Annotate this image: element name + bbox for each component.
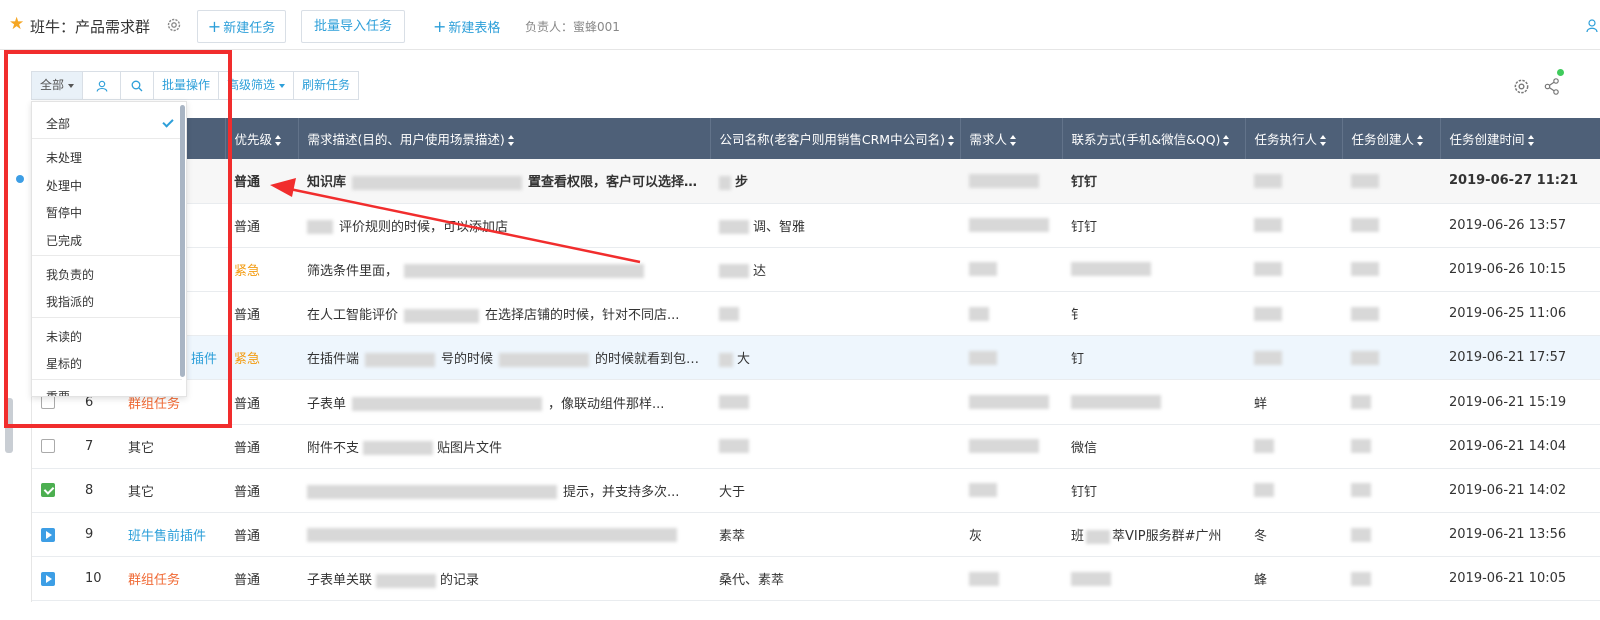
table-row[interactable]: 普通 在人工智能评价 在选择店铺的时候，针对不同店... 钅 2019-06-25… bbox=[32, 291, 1600, 337]
right-tools bbox=[1513, 78, 1560, 95]
company-cell: 步 bbox=[710, 159, 960, 204]
col-description[interactable]: 需求描述(目的、用户使用场景描述) bbox=[298, 118, 711, 159]
description-cell: 子表单关联 的记录 bbox=[298, 556, 710, 602]
contact-cell: 钉钉 bbox=[1062, 159, 1245, 204]
priority-cell: 普通 bbox=[225, 379, 298, 425]
priority-cell: 普通 bbox=[225, 291, 298, 337]
row-number: 7 bbox=[76, 424, 119, 469]
description-cell: 在人工智能评价 在选择店铺的时候，针对不同店... bbox=[298, 291, 710, 337]
play-icon[interactable] bbox=[41, 571, 55, 586]
row-number: 10 bbox=[76, 556, 119, 602]
created-time-cell: 2019-06-25 11:06 bbox=[1440, 291, 1600, 337]
priority-cell: 普通 bbox=[225, 159, 298, 204]
created-time-cell: 2019-06-27 11:21 bbox=[1440, 159, 1600, 204]
company-cell: 达 bbox=[710, 247, 960, 293]
created-time-cell: 2019-06-26 13:57 bbox=[1440, 203, 1600, 248]
created-time-cell: 2019-06-21 17:57 bbox=[1440, 335, 1600, 381]
company-cell: 大 bbox=[710, 335, 960, 381]
description-cell: 提示，并支持多次... bbox=[298, 468, 710, 514]
created-time-cell: 2019-06-21 14:04 bbox=[1440, 424, 1600, 469]
type-cell: 其它 bbox=[119, 468, 225, 514]
new-task-button[interactable]: + 新建任务 bbox=[197, 10, 286, 43]
table-row[interactable]: 普通 评价规则的时候，可以添加店 调、智雅 钉钉 2019-06-26 13:5… bbox=[32, 203, 1600, 248]
table-header-row: 优先级 需求描述(目的、用户使用场景描述) 公司名称(老客户则用销售CRM中公司… bbox=[32, 118, 1600, 159]
created-time-cell: 2019-06-26 10:15 bbox=[1440, 247, 1600, 293]
contact-cell: 钉钉 bbox=[1062, 203, 1245, 248]
gear-icon[interactable] bbox=[166, 17, 182, 33]
created-time-cell: 2019-06-21 15:19 bbox=[1440, 379, 1600, 425]
company-cell bbox=[710, 291, 960, 337]
play-icon[interactable] bbox=[41, 527, 55, 542]
table-row[interactable]: 7 其它 普通 附件不支 贴图片文件 微信 2019-06-21 14:04 bbox=[32, 424, 1600, 469]
batch-import-button[interactable]: 批量导入任务 bbox=[301, 10, 405, 43]
assignee-cell: 冬 bbox=[1245, 512, 1342, 558]
priority-cell: 普通 bbox=[225, 512, 298, 558]
table-row[interactable]: 6 群组任务 普通 子表单 ，像联动组件那样... 蛘 2019-06-21 15… bbox=[32, 379, 1600, 425]
col-priority[interactable]: 优先级 bbox=[225, 118, 299, 159]
company-cell: 桑代、素萃 bbox=[710, 556, 960, 602]
description-cell: 知识库 置查看权限，客户可以选择是... bbox=[298, 159, 710, 204]
col-created-time[interactable]: 任务创建时间 bbox=[1440, 118, 1600, 159]
created-time-cell: 2019-06-21 13:56 bbox=[1440, 512, 1600, 558]
row-number: 8 bbox=[76, 468, 119, 514]
company-cell: 大于 bbox=[710, 468, 960, 514]
table-row[interactable]: 8 其它 普通 提示，并支持多次... 大于 钉钉 2019-06-21 14:… bbox=[32, 468, 1600, 514]
settings-icon[interactable] bbox=[1513, 78, 1530, 95]
contact-cell: 钅 bbox=[1062, 291, 1245, 337]
col-contact[interactable]: 联系方式(手机&微信&QQ) bbox=[1062, 118, 1246, 159]
col-requester[interactable]: 需求人 bbox=[960, 118, 1063, 159]
type-cell: 班牛售前插件 bbox=[119, 512, 225, 558]
type-cell: 群组任务 bbox=[119, 556, 225, 602]
company-cell: 调、智雅 bbox=[710, 203, 960, 248]
new-table-button[interactable]: + 新建表格 bbox=[433, 17, 500, 36]
refresh-button[interactable]: 刷新任务 bbox=[294, 72, 358, 99]
table-row[interactable]: 普通 知识库 置查看权限，客户可以选择是... 步 钉钉 2019-06-27 1… bbox=[32, 159, 1600, 204]
owner-label: 负责人：蜜蜂001 bbox=[525, 20, 620, 34]
created-time-cell: 2019-06-21 14:02 bbox=[1440, 468, 1600, 514]
col-creator[interactable]: 任务创建人 bbox=[1342, 118, 1441, 159]
share-icon[interactable] bbox=[1544, 78, 1560, 95]
contact-cell: 微信 bbox=[1062, 424, 1245, 469]
task-table: 优先级 需求描述(目的、用户使用场景描述) 公司名称(老客户则用销售CRM中公司… bbox=[31, 118, 1600, 602]
priority-cell: 普通 bbox=[225, 203, 298, 248]
table-row[interactable]: 紧急 筛选条件里面， 达 2019-06-26 10:15 bbox=[32, 247, 1600, 293]
requester-cell: 灰 bbox=[960, 512, 1062, 558]
priority-cell: 紧急 bbox=[225, 335, 298, 381]
top-bar: ★ 班牛：产品需求群 + 新建任务 批量导入任务 + 新建表格 负责人：蜜蜂001 bbox=[0, 0, 1600, 50]
contact-cell: 钉钉 bbox=[1062, 468, 1245, 514]
assignee-cell: 蜂 bbox=[1245, 556, 1342, 602]
annotation-box bbox=[4, 50, 232, 428]
description-cell: 附件不支 贴图片文件 bbox=[298, 424, 710, 469]
description-cell bbox=[298, 512, 710, 558]
user-icon[interactable] bbox=[1586, 19, 1598, 32]
page-title: 班牛：产品需求群 bbox=[30, 18, 151, 36]
assignee-cell: 蛘 bbox=[1245, 379, 1342, 425]
table-row[interactable]: 插件 紧急 在插件端 号的时候 的时候就看到包裹... 大 钉 2019-06-21… bbox=[32, 335, 1600, 381]
description-cell: 评价规则的时候，可以添加店 bbox=[298, 203, 710, 248]
description-cell: 筛选条件里面， bbox=[298, 247, 710, 293]
row-number: 9 bbox=[76, 512, 119, 558]
online-status-dot bbox=[1557, 69, 1564, 76]
created-time-cell: 2019-06-21 10:05 bbox=[1440, 556, 1600, 602]
priority-cell: 紧急 bbox=[225, 247, 298, 293]
row-checkbox[interactable] bbox=[41, 439, 55, 454]
description-cell: 子表单 ，像联动组件那样... bbox=[298, 379, 710, 425]
contact-cell: 钉 bbox=[1062, 335, 1245, 381]
row-checkbox[interactable] bbox=[41, 483, 55, 498]
company-cell: 素萃 bbox=[710, 512, 960, 558]
priority-cell: 普通 bbox=[225, 424, 298, 469]
table-row[interactable]: 10 群组任务 普通 子表单关联 的记录 桑代、素萃 蜂 2019-06-21 1… bbox=[32, 556, 1600, 602]
star-icon[interactable]: ★ bbox=[9, 16, 26, 33]
col-company[interactable]: 公司名称(老客户则用销售CRM中公司名) bbox=[710, 118, 961, 159]
col-assignee[interactable]: 任务执行人 bbox=[1245, 118, 1343, 159]
priority-cell: 普通 bbox=[225, 556, 298, 602]
table-row[interactable]: 9 班牛售前插件 普通 素萃 灰 班萃VIP服务群#广州 冬 2019-06-2… bbox=[32, 512, 1600, 558]
type-cell: 其它 bbox=[119, 424, 225, 469]
priority-cell: 普通 bbox=[225, 468, 298, 514]
contact-cell: 班萃VIP服务群#广州 bbox=[1062, 512, 1245, 558]
description-cell: 在插件端 号的时候 的时候就看到包裹... bbox=[298, 335, 710, 381]
